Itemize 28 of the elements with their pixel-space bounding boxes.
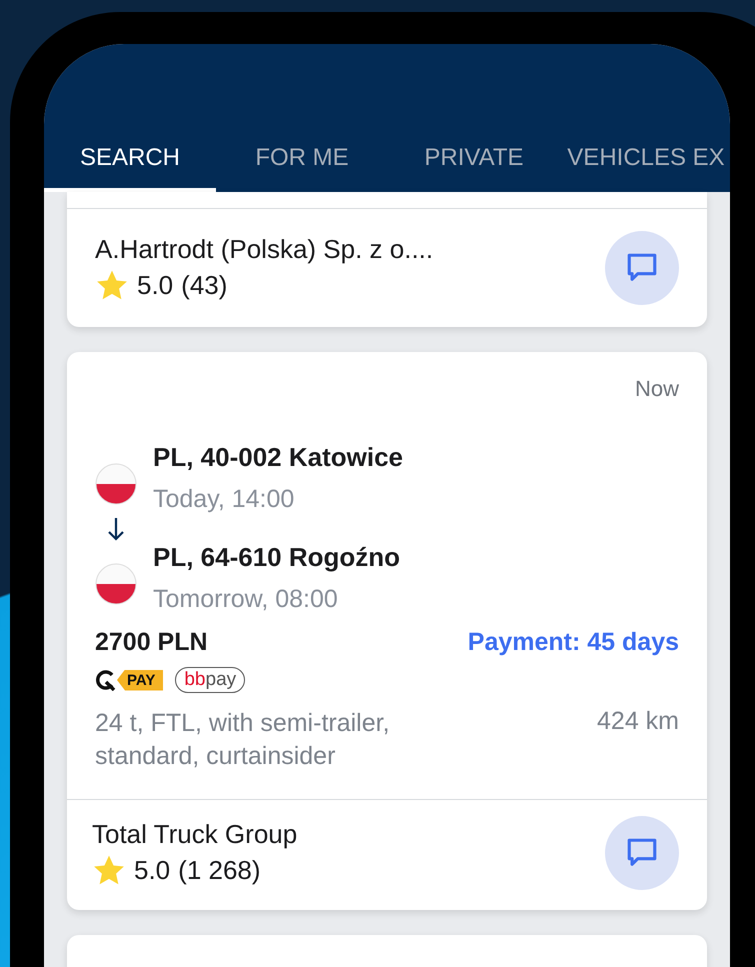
pay-logo: PAY: [117, 670, 164, 690]
star-icon: [92, 854, 126, 887]
price: 2700 PLN: [95, 628, 208, 657]
poland-flag-icon: [95, 463, 137, 505]
location: PL, 64-610 Rogoźno: [153, 542, 400, 573]
company-name: A.Hartrodt (Polska) Sp. z o....: [95, 234, 434, 265]
review-count: (1 268): [178, 855, 261, 886]
date-time: Tomorrow, 08:00: [153, 585, 339, 614]
date-time: Today, 14:00: [153, 485, 296, 514]
location: PL, 40-002 Katowice: [153, 442, 403, 473]
distance: 424 km: [597, 707, 679, 736]
bbpay-logo: bbpay: [175, 667, 246, 693]
load-details: 24 t, FTL, with semi-trailer, standard, curtainsider: [95, 708, 391, 772]
rating: 5.0: [137, 270, 174, 301]
tab[interactable]: FOR ME: [216, 136, 388, 192]
posted-time: Now: [634, 376, 679, 402]
q-logo-icon: [95, 669, 117, 691]
rating: 5.0: [134, 855, 170, 886]
chat-icon: [625, 837, 659, 869]
company-name: Total Truck Group: [92, 819, 298, 850]
poland-flag-icon: [95, 563, 137, 605]
chat-icon: [625, 252, 659, 284]
star-icon: [95, 269, 129, 302]
payment-terms: Payment: 45 days: [468, 628, 679, 657]
review-count: (43): [181, 270, 228, 301]
tab[interactable]: VEHICLES EX: [560, 136, 730, 192]
down-arrow-icon: [106, 516, 126, 542]
tab[interactable]: PRIVATE: [388, 136, 560, 192]
